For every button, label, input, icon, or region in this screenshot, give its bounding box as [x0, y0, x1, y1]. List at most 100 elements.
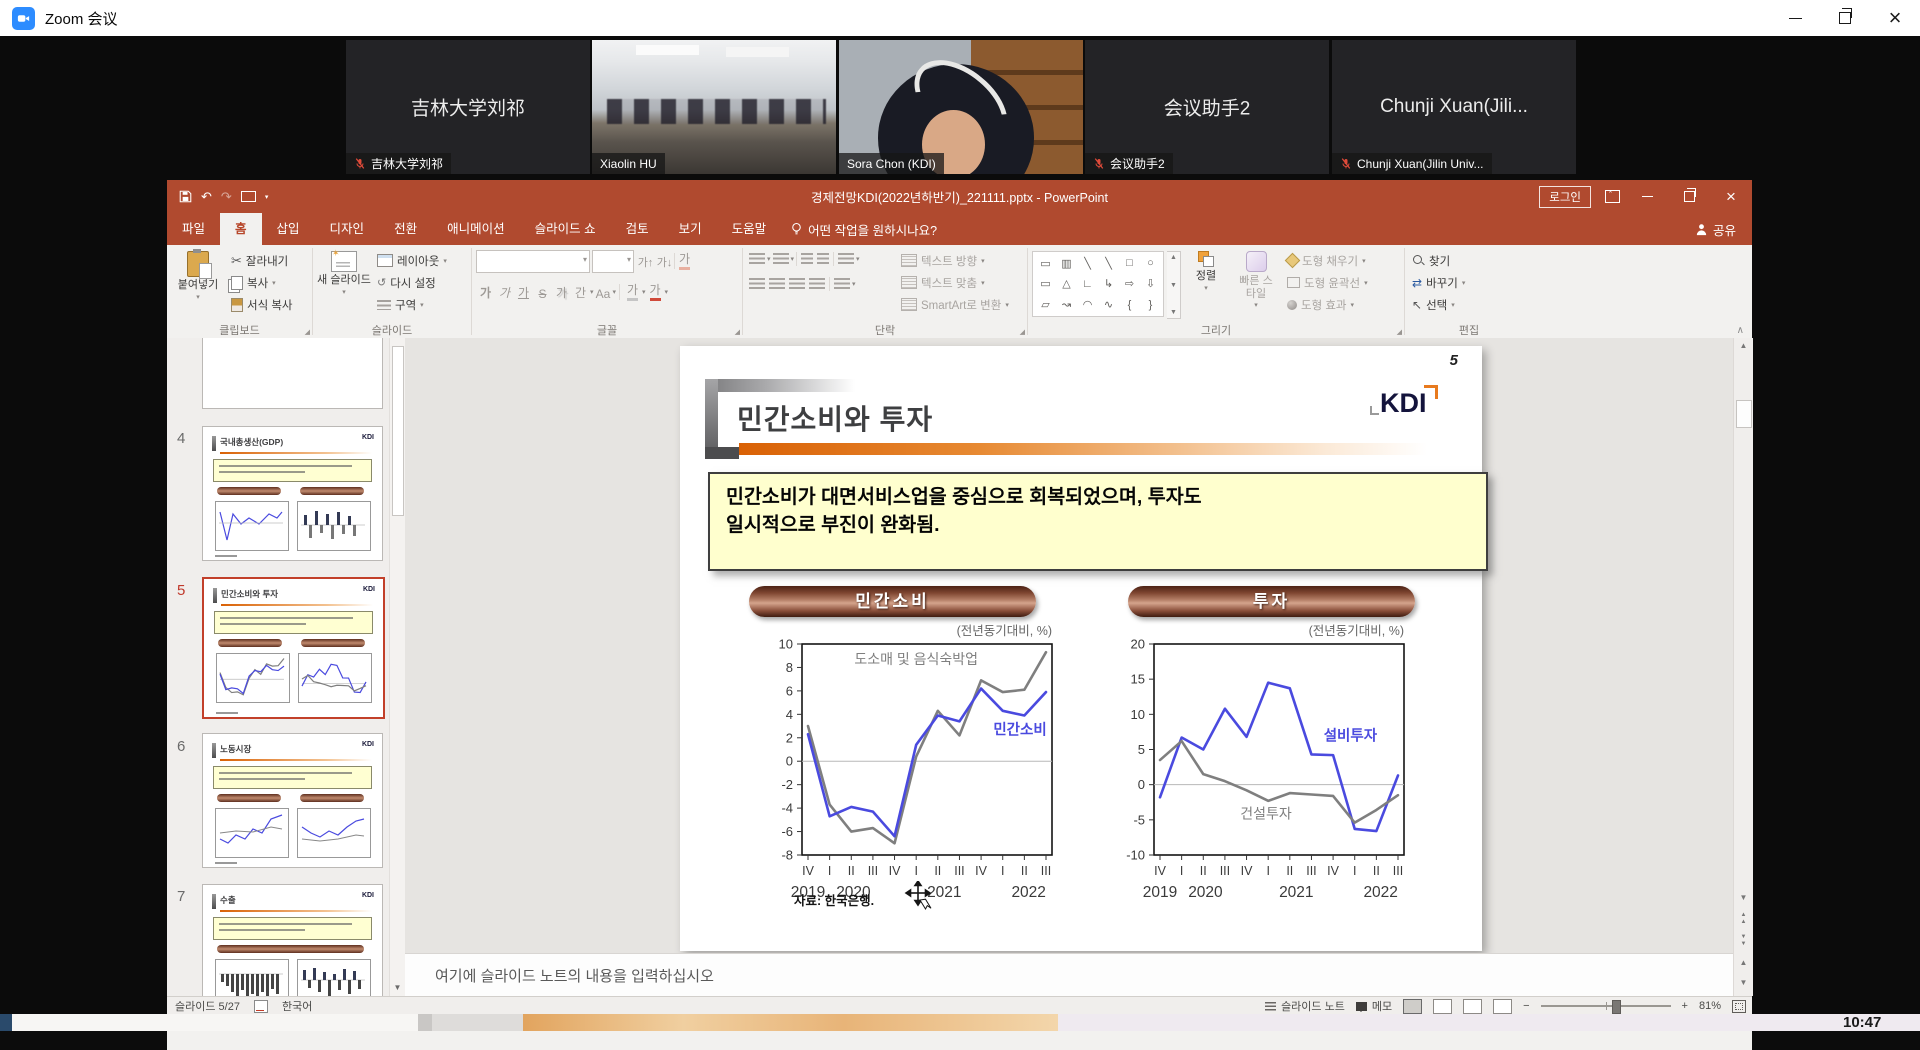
columns-icon[interactable] — [834, 278, 850, 290]
increase-indent-icon[interactable] — [817, 253, 829, 265]
clipboard-dialog-launcher[interactable]: ◢ — [305, 328, 310, 336]
tab-review[interactable]: 검토 — [611, 213, 664, 245]
tab-animations[interactable]: 애니메이션 — [432, 213, 520, 245]
align-right-icon[interactable] — [789, 278, 805, 290]
participant-tile[interactable]: 吉林大学刘祁 吉林大学刘祁 — [346, 40, 590, 174]
tab-design[interactable]: 디자인 — [315, 213, 380, 245]
thumbnail-slide-4[interactable]: 국내총생산(GDP) KDI — [202, 426, 383, 561]
participant-tile[interactable]: Chunji Xuan(Jili... Chunji Xuan(Jilin Un… — [1332, 40, 1576, 174]
undo-icon[interactable]: ↶ — [201, 189, 212, 205]
paste-button[interactable]: 붙여넣기▾ — [171, 248, 225, 302]
select-button[interactable]: 선택▾ — [1409, 294, 1468, 315]
tab-insert[interactable]: 삽입 — [262, 213, 315, 245]
bold-button[interactable] — [476, 282, 495, 301]
spell-check-icon[interactable] — [254, 1000, 268, 1013]
shape-fill-button[interactable]: 도형 채우기▾ — [1284, 250, 1371, 271]
convert-smartart-button[interactable]: SmartArt로 변환▾ — [898, 294, 1012, 315]
shape-gallery-scrollbar[interactable]: ▲▼▼ — [1167, 251, 1181, 319]
thumbnail-slide-7[interactable]: 수출 KDI — [202, 884, 383, 1000]
ppt-close-button[interactable]: × — [1710, 180, 1752, 213]
scroll-down-icon[interactable]: ▼ — [1734, 890, 1753, 906]
zoom-maximize-button[interactable] — [1820, 0, 1870, 36]
text-direction-button[interactable]: 텍스트 방향▾ — [898, 250, 1012, 271]
redo-icon[interactable]: ↷ — [221, 189, 232, 205]
thumbnail-scroll-down-icon[interactable]: ▼ — [390, 978, 405, 998]
shape-outline-button[interactable]: 도형 윤곽선▾ — [1284, 272, 1371, 293]
thumbnail-slide-5-selected[interactable]: 민간소비와 투자 KDI — [202, 577, 385, 719]
comments-toggle-button[interactable]: 메모 — [1356, 998, 1392, 1014]
notes-toggle-button[interactable]: 슬라이드 노트 — [1265, 998, 1345, 1014]
tab-home[interactable]: 홈 — [220, 213, 262, 245]
grow-font-button[interactable] — [636, 251, 655, 270]
slide-sorter-view-button[interactable] — [1433, 999, 1452, 1014]
normal-view-button[interactable] — [1403, 999, 1422, 1014]
zoom-percent[interactable]: 81% — [1699, 1000, 1721, 1012]
change-case-button[interactable] — [594, 282, 613, 301]
find-button[interactable]: 찾기 — [1409, 250, 1468, 271]
numbering-icon[interactable] — [773, 253, 789, 265]
zoom-slider-thumb[interactable] — [1612, 1000, 1621, 1014]
scroll-up-icon[interactable]: ▲ — [1734, 338, 1753, 354]
cut-button[interactable]: 잘라내기 — [228, 250, 296, 271]
reset-button[interactable]: 다시 설정 — [374, 272, 450, 293]
zoom-minimize-button[interactable] — [1770, 0, 1820, 36]
ppt-minimize-button[interactable] — [1626, 180, 1668, 213]
next-slide-button[interactable]: ▼▼ — [1734, 932, 1753, 951]
login-button[interactable]: 로그인 — [1539, 186, 1591, 208]
participant-tile[interactable]: Sora Chon (KDI) — [839, 40, 1083, 174]
reading-view-button[interactable] — [1463, 999, 1482, 1014]
tab-file[interactable]: 파일 — [167, 213, 220, 245]
language-indicator[interactable]: 한국어 — [282, 998, 312, 1014]
ribbon-display-options-icon[interactable] — [1605, 190, 1620, 203]
tab-help[interactable]: 도움말 — [717, 213, 782, 245]
highlight-color-button[interactable] — [623, 282, 642, 301]
qat-customize-icon[interactable]: ▾ — [265, 193, 269, 201]
decrease-indent-icon[interactable] — [801, 253, 813, 265]
font-color-button[interactable] — [646, 282, 665, 301]
font-dialog-launcher[interactable]: ◢ — [735, 328, 740, 336]
justify-icon[interactable] — [809, 278, 825, 290]
participant-tile-active-speaker[interactable]: Xiaolin HU — [592, 40, 836, 174]
collapse-ribbon-icon[interactable]: ∧ — [1737, 325, 1744, 336]
tab-transitions[interactable]: 전환 — [379, 213, 432, 245]
font-name-combobox[interactable] — [476, 250, 590, 273]
strikethrough-button[interactable] — [533, 282, 552, 301]
section-button[interactable]: 구역▾ — [374, 294, 450, 315]
paragraph-dialog-launcher[interactable]: ◢ — [1020, 328, 1025, 336]
zoom-in-button[interactable]: + — [1682, 1000, 1688, 1012]
clear-formatting-button[interactable] — [675, 251, 694, 270]
arrange-button[interactable]: 정렬▾ — [1184, 248, 1228, 293]
text-shadow-button[interactable] — [552, 282, 571, 301]
character-spacing-button[interactable] — [571, 282, 590, 301]
scrollbar-thumb[interactable] — [1736, 400, 1752, 428]
fit-to-window-icon[interactable] — [1732, 1000, 1746, 1013]
shrink-font-button[interactable] — [655, 251, 674, 270]
align-left-icon[interactable] — [749, 278, 765, 290]
tell-me-search[interactable]: 어떤 작업을 원하시나요? — [791, 213, 937, 245]
notes-pane[interactable]: 여기에 슬라이드 노트의 내용을 입력하십시오 — [405, 953, 1733, 997]
thumbnail-slide-6[interactable]: 노동시장 KDI — [202, 733, 383, 868]
tab-slideshow[interactable]: 슬라이드 쇼 — [520, 213, 611, 245]
ppt-restore-button[interactable] — [1668, 180, 1710, 213]
save-icon[interactable] — [179, 190, 192, 203]
bullets-icon[interactable] — [749, 253, 765, 265]
format-painter-button[interactable]: 서식 복사 — [228, 294, 296, 315]
zoom-out-button[interactable]: − — [1523, 1000, 1529, 1012]
new-slide-button[interactable]: 새 슬라이드▾ — [317, 248, 371, 297]
slideshow-view-button[interactable] — [1493, 999, 1512, 1014]
zoom-slider[interactable] — [1541, 1005, 1671, 1007]
thumbnail-scrollbar[interactable]: ▼ — [389, 338, 405, 1000]
notes-scrollbar[interactable]: ▲ ▼ — [1733, 953, 1753, 996]
thumbnail-scrollbar-thumb[interactable] — [392, 346, 404, 516]
slide-scrollbar[interactable]: ▲ ▼ ▲▲ ▼▼ — [1733, 338, 1753, 953]
share-button[interactable]: 공유 — [1695, 213, 1736, 245]
shape-effects-button[interactable]: 도형 효과▾ — [1284, 294, 1371, 315]
drawing-dialog-launcher[interactable]: ◢ — [1397, 328, 1402, 336]
slideshow-from-start-icon[interactable] — [241, 191, 256, 202]
quick-styles-button[interactable]: 빠른 스타일▾ — [1231, 248, 1281, 310]
tab-view[interactable]: 보기 — [664, 213, 717, 245]
replace-button[interactable]: 바꾸기▾ — [1409, 272, 1468, 293]
thumbnail-slide-3-partial[interactable] — [202, 338, 383, 409]
previous-slide-button[interactable]: ▲▲ — [1734, 910, 1753, 929]
font-size-combobox[interactable] — [592, 250, 634, 273]
